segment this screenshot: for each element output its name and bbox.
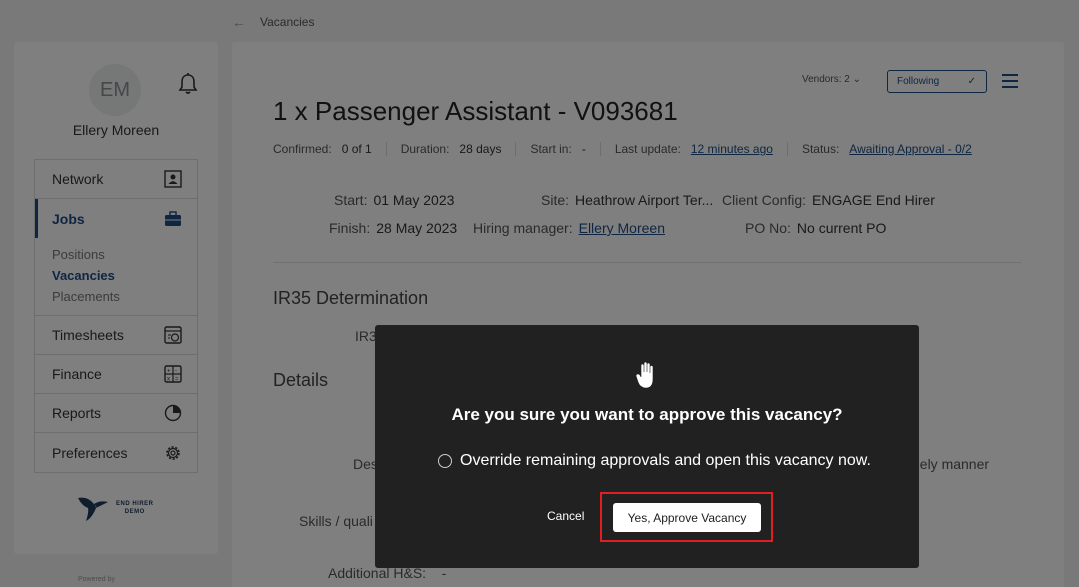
cancel-button[interactable]: Cancel (547, 509, 584, 523)
approve-vacancy-button[interactable]: Yes, Approve Vacancy (613, 503, 761, 532)
override-option[interactable]: Override remaining approvals and open th… (438, 452, 871, 470)
dialog-title: Are you sure you want to approve this va… (451, 405, 843, 424)
hand-stop-icon (635, 361, 654, 389)
approve-vacancy-dialog: Are you sure you want to approve this va… (375, 325, 919, 568)
override-radio[interactable] (438, 454, 452, 468)
override-label: Override remaining approvals and open th… (460, 452, 871, 469)
